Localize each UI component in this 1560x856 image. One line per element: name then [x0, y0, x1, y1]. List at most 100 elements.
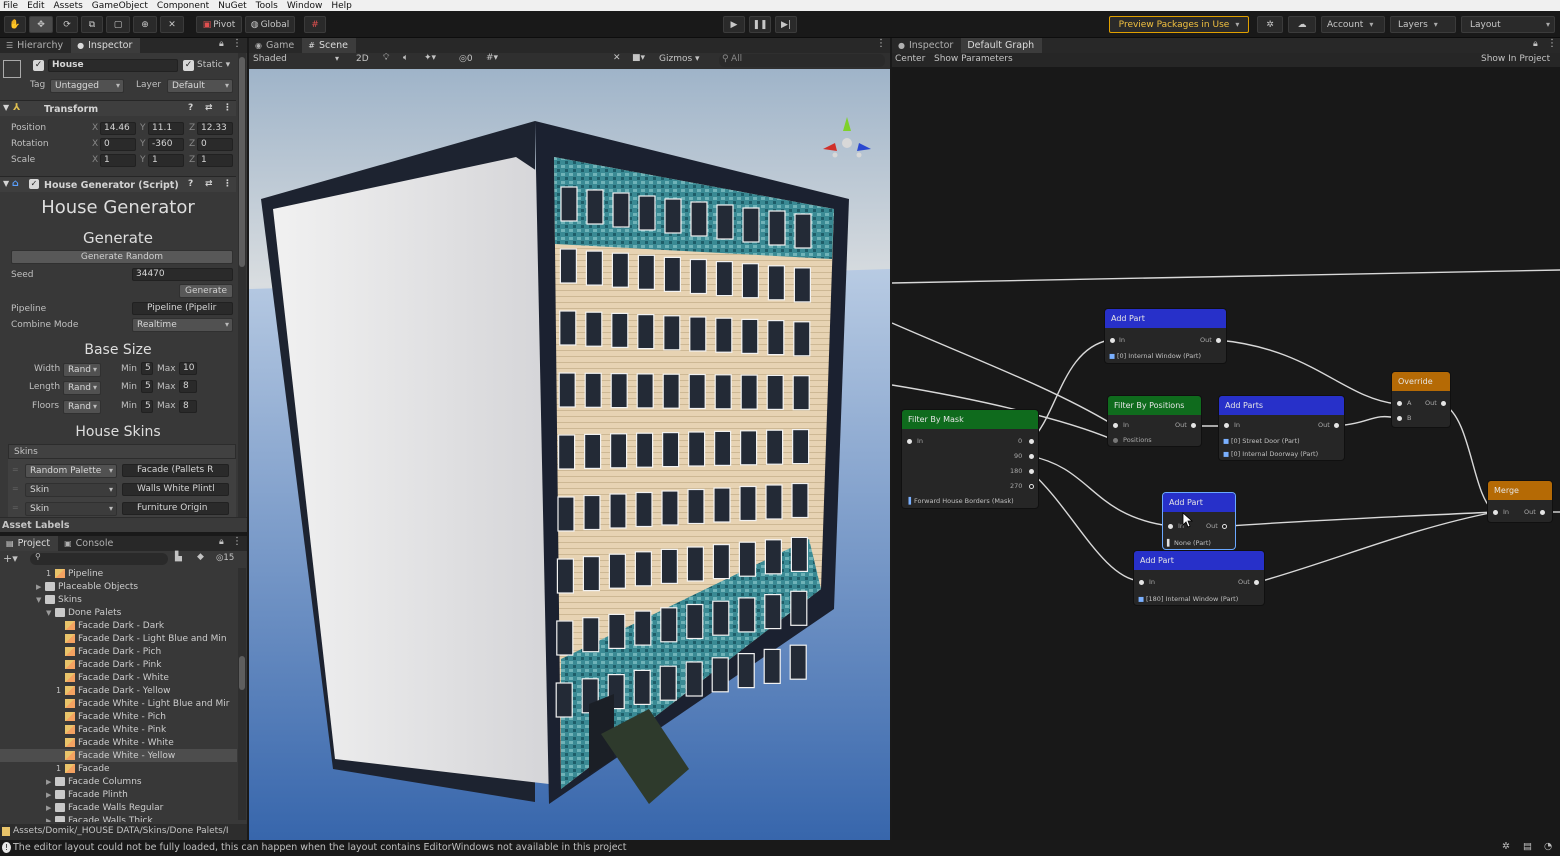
floors-mode-dropdown[interactable]: Rand — [63, 400, 101, 414]
scale-z-field[interactable]: 1 — [197, 154, 233, 167]
layout-dropdown[interactable]: Layout — [1461, 16, 1555, 33]
scale-x-field[interactable]: 1 — [100, 154, 136, 167]
length-mode-dropdown[interactable]: Rand — [63, 381, 101, 395]
layers-dropdown[interactable]: Layers — [1390, 16, 1456, 33]
inspector-scroll-thumb[interactable] — [239, 57, 245, 267]
static-checkbox[interactable]: ✓ — [183, 60, 194, 71]
lock-icon[interactable]: 🔒︎ — [219, 537, 224, 547]
transform-tool-button[interactable]: ⊕ — [133, 16, 157, 33]
skin-type-dropdown[interactable]: Random Palette — [25, 464, 117, 478]
tab-console[interactable]: ▣ Console — [58, 536, 121, 551]
preview-packages-dropdown[interactable]: Preview Packages in Use — [1109, 16, 1249, 33]
tools-icon[interactable]: ✕ — [613, 53, 621, 63]
project-tree-item[interactable]: Facade Dark - Pich — [0, 645, 237, 658]
pipeline-field[interactable]: Pipeline (Pipelir — [132, 302, 233, 315]
node-add-part-bottom[interactable]: Add Part In Out ■ [180] Internal Window … — [1134, 551, 1264, 605]
project-tree-item[interactable]: Facade White - White — [0, 736, 237, 749]
scale-y-field[interactable]: 1 — [148, 154, 184, 167]
transform-header[interactable]: ▼ ⅄ Transform ? ⇄ ⋮ — [0, 100, 236, 116]
house-generator-header[interactable]: ▼ ⌂ ✓ House Generator (Script) ? ⇄ ⋮ — [0, 176, 236, 192]
bug-icon[interactable]: ✲ — [1502, 841, 1510, 852]
gizmos-dropdown[interactable]: Gizmos ▾ — [659, 54, 700, 64]
output-port[interactable] — [1029, 454, 1034, 459]
project-tree-item[interactable]: Facade White - Yellow — [0, 749, 237, 762]
static-dropdown[interactable]: Static ▾ — [197, 60, 230, 70]
skin-asset-field[interactable]: Walls White Plintl — [122, 483, 229, 496]
input-port[interactable] — [1168, 524, 1173, 529]
account-dropdown[interactable]: Account — [1321, 16, 1385, 33]
node-param[interactable]: [180] Internal Window (Part) — [1146, 595, 1238, 603]
node-add-parts[interactable]: Add Parts In Out ■ [0] Street Door (Part… — [1219, 396, 1344, 460]
skin-asset-field[interactable]: Facade (Pallets R — [122, 464, 229, 477]
rotation-x-field[interactable]: 0 — [100, 138, 136, 151]
node-param[interactable]: [0] Internal Window (Part) — [1117, 352, 1201, 360]
project-tree-item[interactable]: ▶ Facade Walls Thick — [0, 814, 237, 822]
tab-scene[interactable]: # Scene — [302, 38, 356, 53]
create-plus-icon[interactable]: +▾ — [3, 552, 18, 565]
output-port[interactable] — [1216, 338, 1221, 343]
input-port[interactable] — [1113, 438, 1118, 443]
script-enabled-checkbox[interactable]: ✓ — [29, 179, 39, 189]
node-merge[interactable]: Merge In Out — [1488, 481, 1552, 522]
node-add-part-top[interactable]: Add Part In Out ■ [0] Internal Window (P… — [1105, 309, 1226, 363]
input-port[interactable] — [1139, 580, 1144, 585]
status-message[interactable]: The editor layout could not be fully loa… — [13, 842, 626, 853]
length-min-field[interactable]: 5 — [141, 380, 153, 393]
project-tree-item[interactable]: Facade White - Pink — [0, 723, 237, 736]
output-port[interactable] — [1441, 401, 1446, 406]
menu-gameobject[interactable]: GameObject — [89, 1, 154, 11]
menu-tools[interactable]: Tools — [253, 1, 284, 11]
layer-dropdown[interactable]: Default — [167, 79, 233, 93]
chevron-right-icon[interactable]: ▶ — [46, 804, 51, 812]
position-z-field[interactable]: 12.33 — [197, 122, 233, 135]
search-by-label-icon[interactable]: ◆ — [197, 552, 204, 562]
chevron-down-icon[interactable]: ▼ — [36, 596, 41, 604]
menu-edit[interactable]: Edit — [24, 1, 50, 11]
width-max-field[interactable]: 10 — [179, 362, 197, 375]
chevron-right-icon[interactable]: ▶ — [46, 778, 51, 786]
project-tree-item[interactable]: Facade White - Pich — [0, 710, 237, 723]
output-port[interactable] — [1029, 439, 1034, 444]
chevron-right-icon[interactable]: ▶ — [46, 791, 51, 799]
inspector-scrollbar[interactable] — [238, 53, 246, 517]
node-param[interactable]: [0] Internal Doorway (Part) — [1231, 450, 1318, 458]
chevron-down-icon[interactable]: ▼ — [46, 609, 51, 617]
camera-icon[interactable]: ■▾ — [632, 53, 645, 63]
project-scrollbar[interactable] — [238, 568, 246, 820]
active-checkbox[interactable]: ✓ — [33, 60, 44, 71]
position-y-field[interactable]: 11.1 — [148, 122, 184, 135]
pivot-toggle[interactable]: ▣ Pivot — [196, 16, 242, 33]
rect-tool-button[interactable]: ▢ — [106, 16, 130, 33]
grid-toggle-icon[interactable]: #▾ — [486, 53, 498, 63]
collab-button[interactable]: ✲ — [1257, 16, 1283, 33]
project-tree-item[interactable]: Facade Dark - Dark — [0, 619, 237, 632]
menu-nuget[interactable]: NuGet — [215, 1, 252, 11]
node-override[interactable]: Override A Out B — [1392, 372, 1450, 427]
project-tree-item[interactable]: Facade Dark - Light Blue and Min — [0, 632, 237, 645]
menu-window[interactable]: Window — [284, 1, 329, 11]
lock-icon[interactable]: 🔒︎ — [219, 39, 224, 49]
project-search-input[interactable]: ⚲ — [30, 552, 168, 565]
floors-max-field[interactable]: 8 — [179, 400, 197, 413]
chevron-right-icon[interactable]: ▶ — [46, 817, 51, 823]
drag-handle-icon[interactable]: = — [12, 503, 19, 512]
component-menu-icon[interactable]: ⋮ — [223, 103, 232, 113]
kebab-menu-icon[interactable]: ⋮ — [876, 38, 886, 49]
width-min-field[interactable]: 5 — [141, 362, 153, 375]
seed-field[interactable]: 34470 — [132, 268, 233, 281]
project-tree-item[interactable]: ▶ Placeable Objects — [0, 580, 237, 593]
grid-snap-button[interactable]: # — [304, 16, 326, 33]
tab-game[interactable]: ◉ Game — [249, 38, 302, 53]
input-port[interactable] — [1224, 423, 1229, 428]
project-scroll-thumb[interactable] — [239, 656, 245, 690]
project-tree-item[interactable]: 1 Facade — [0, 762, 237, 775]
scene-viewport[interactable] — [249, 69, 890, 840]
cloud-button[interactable]: ☁ — [1288, 16, 1316, 33]
menu-help[interactable]: Help — [328, 1, 358, 11]
generate-random-button[interactable]: Generate Random — [11, 250, 233, 264]
output-port[interactable] — [1029, 484, 1034, 489]
project-tree-item[interactable]: ▼ Done Palets — [0, 606, 237, 619]
cache-icon[interactable]: ▤ — [1523, 841, 1532, 852]
output-port[interactable] — [1540, 510, 1545, 515]
position-x-field[interactable]: 14.46 — [100, 122, 136, 135]
